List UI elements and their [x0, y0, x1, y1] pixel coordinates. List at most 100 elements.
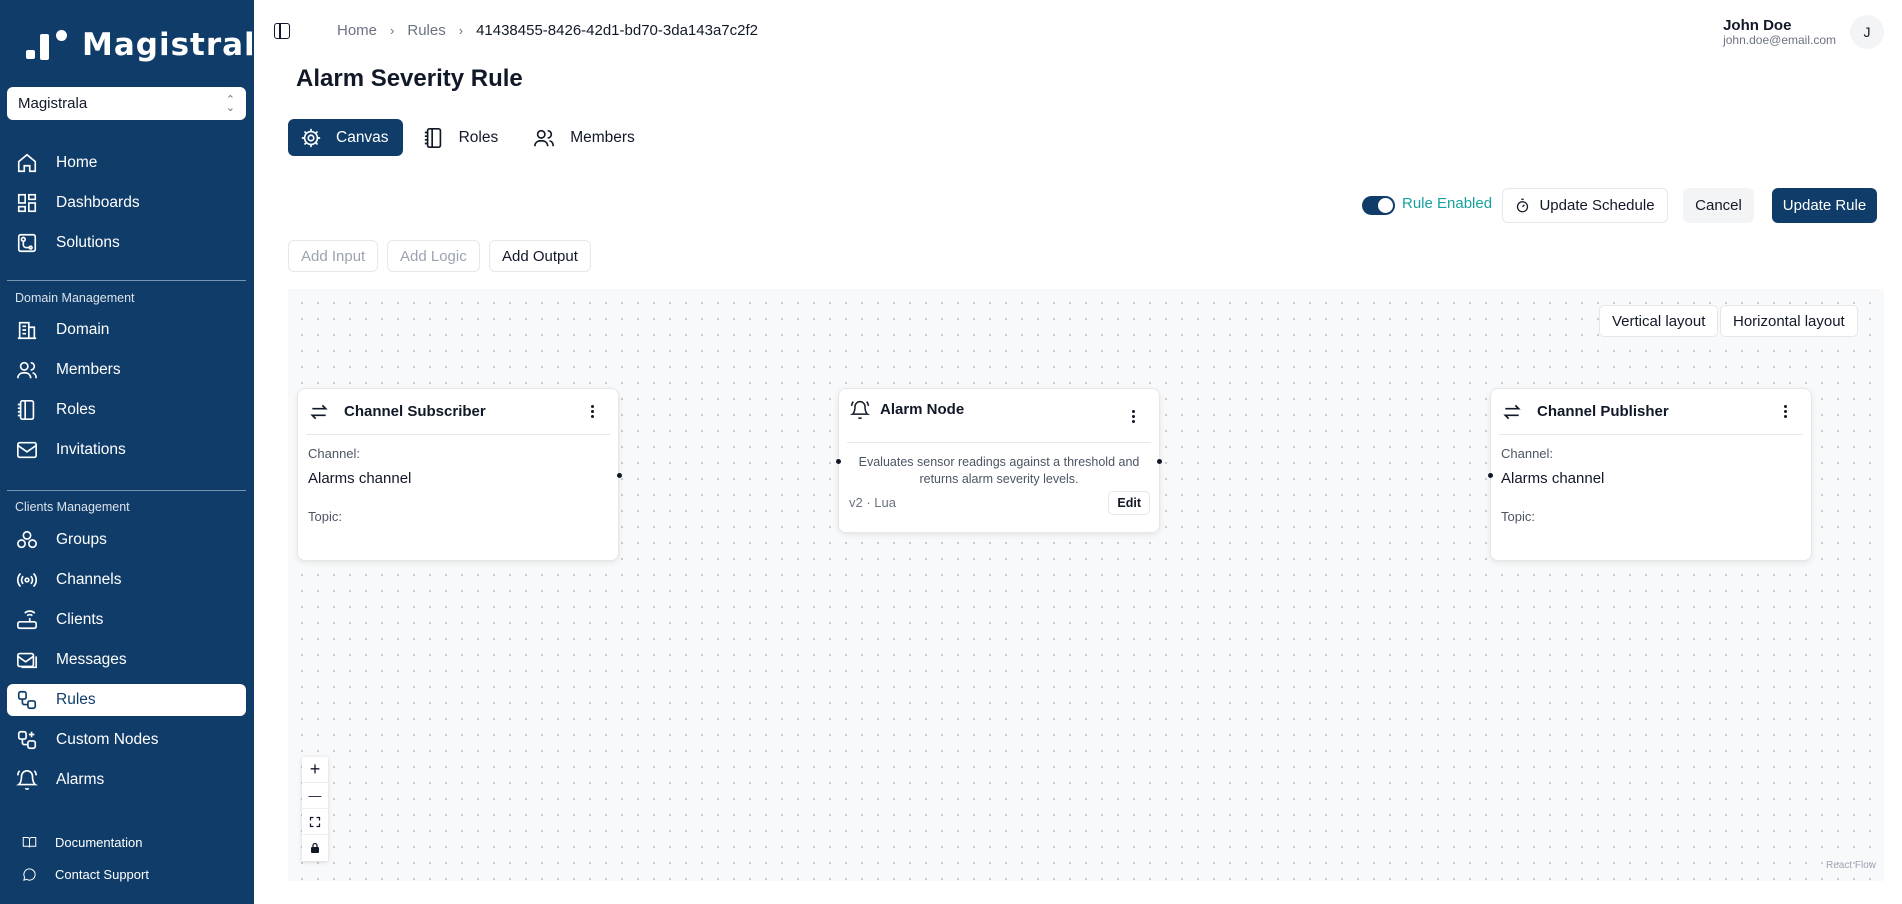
channel-value: Alarms channel	[1501, 470, 1605, 487]
more-vertical-icon[interactable]	[1777, 404, 1793, 419]
solutions-icon	[15, 231, 39, 255]
bell-icon	[15, 768, 39, 792]
sidebar-item-members[interactable]: Members	[7, 354, 246, 386]
node-description: Evaluates sensor readings against a thre…	[858, 455, 1140, 486]
tab-members[interactable]: Members	[520, 119, 649, 156]
avatar[interactable]: J	[1850, 15, 1884, 49]
react-flow-attribution[interactable]: React Flow	[1826, 860, 1876, 871]
sidebar-item-channels[interactable]: Channels	[7, 564, 246, 596]
chevron-right-icon: ›	[458, 23, 464, 38]
domain-select-value: Magistrala	[18, 95, 88, 112]
canvas-controls: + —	[302, 757, 328, 861]
app-name: Magistrala	[82, 27, 278, 63]
update-schedule-button[interactable]: Update Schedule	[1502, 188, 1668, 223]
book-icon	[22, 834, 38, 850]
tab-roles[interactable]: Roles	[411, 119, 513, 156]
zoom-out-button[interactable]: —	[302, 783, 328, 809]
breadcrumb-current: 41438455-8426-42d1-bd70-3da143a7c2f2	[476, 22, 758, 39]
sidebar-item-dashboards[interactable]: Dashboards	[7, 187, 246, 219]
domain-select[interactable]: Magistrala ⌃ ⌄	[7, 87, 246, 120]
more-vertical-icon[interactable]	[1125, 409, 1141, 424]
add-logic-button[interactable]: Add Logic	[387, 240, 480, 272]
sidebar-item-label: Clients	[56, 611, 104, 628]
vertical-layout-button[interactable]: Vertical layout	[1599, 305, 1719, 337]
sidebar-item-label: Rules	[56, 691, 96, 708]
node-title: Channel Subscriber	[344, 403, 486, 420]
chevron-right-icon: ›	[390, 23, 395, 38]
sidebar-item-label: Home	[56, 154, 98, 171]
arrows-exchange-icon	[1501, 402, 1523, 422]
groups-icon	[15, 528, 39, 552]
zoom-in-button[interactable]: +	[302, 757, 328, 783]
app-logo[interactable]: Magistrala	[26, 27, 278, 63]
sidebar-documentation-link[interactable]: Documentation	[22, 834, 142, 850]
sidebar-item-rules[interactable]: Rules	[7, 684, 246, 716]
add-input-button[interactable]: Add Input	[288, 240, 379, 272]
channel-label: Channel:	[308, 446, 361, 461]
rule-enabled-toggle[interactable]	[1362, 196, 1395, 215]
node-meta: v2 · Lua	[849, 495, 896, 510]
edit-button[interactable]: Edit	[1108, 491, 1150, 515]
add-output-button[interactable]: Add Output	[489, 240, 591, 272]
sidebar-item-label: Domain	[56, 321, 110, 338]
horizontal-layout-button[interactable]: Horizontal layout	[1720, 305, 1858, 337]
sidebar: Magistrala Magistrala ⌃ ⌄ Home Dashboards…	[0, 0, 277, 904]
section-label-domain: Domain Management	[15, 291, 135, 305]
input-handle[interactable]	[836, 459, 841, 464]
sidebar-item-label: Invitations	[56, 441, 126, 458]
mail-icon	[15, 438, 39, 462]
sidebar-item-messages[interactable]: Messages	[7, 644, 246, 676]
fit-view-button[interactable]	[302, 809, 328, 835]
topic-label: Topic:	[308, 509, 342, 524]
sidebar-item-roles[interactable]: Roles	[7, 394, 246, 426]
notebook-icon	[423, 127, 445, 149]
user-menu[interactable]: John Doe john.doe@email.com J	[1723, 15, 1884, 49]
timer-icon	[1515, 198, 1530, 213]
update-rule-button[interactable]: Update Rule	[1772, 188, 1877, 223]
output-handle[interactable]	[617, 473, 622, 478]
sidebar-item-label: Solutions	[56, 234, 120, 251]
sidebar-item-groups[interactable]: Groups	[7, 524, 246, 556]
tab-canvas[interactable]: Canvas	[288, 119, 403, 156]
gear-icon	[300, 127, 322, 149]
sidebar-item-label: Custom Nodes	[56, 731, 159, 748]
breadcrumb-rules[interactable]: Rules	[407, 22, 445, 39]
channel-publisher-node[interactable]: Channel Publisher Channel: Alarms channe…	[1488, 388, 1812, 561]
sidebar-item-custom-nodes[interactable]: Custom Nodes	[7, 724, 246, 756]
sidebar-item-label: Dashboards	[56, 194, 140, 211]
building-icon	[15, 318, 39, 342]
input-handle[interactable]	[1488, 473, 1493, 478]
channel-subscriber-node[interactable]: Channel Subscriber Channel: Alarms chann…	[297, 388, 622, 561]
messages-icon	[15, 648, 39, 672]
cancel-button[interactable]: Cancel	[1683, 188, 1754, 223]
sidebar-toggle-icon[interactable]	[274, 23, 290, 39]
tab-label: Members	[570, 128, 635, 146]
more-vertical-icon[interactable]	[584, 404, 600, 419]
flow-canvas[interactable]	[288, 289, 1884, 881]
logo-mark-icon	[26, 28, 72, 62]
sidebar-item-label: Roles	[56, 401, 96, 418]
lock-icon	[309, 842, 321, 854]
sidebar-item-domain[interactable]: Domain	[7, 314, 246, 346]
sidebar-item-home[interactable]: Home	[7, 147, 246, 179]
breadcrumb-home[interactable]: Home	[337, 22, 377, 39]
sidebar-item-clients[interactable]: Clients	[7, 604, 246, 636]
notebook-icon	[15, 398, 39, 422]
sidebar-item-label: Members	[56, 361, 121, 378]
lock-button[interactable]	[302, 835, 328, 861]
sidebar-item-alarms[interactable]: Alarms	[7, 764, 246, 796]
sidebar-item-label: Messages	[56, 651, 127, 668]
router-icon	[15, 608, 39, 632]
topic-label: Topic:	[1501, 509, 1535, 524]
tab-label: Canvas	[336, 128, 389, 146]
radio-icon	[15, 568, 39, 592]
alarm-node[interactable]: Alarm Node Evaluates sensor readings aga…	[836, 388, 1162, 533]
sidebar-item-solutions[interactable]: Solutions	[7, 227, 246, 259]
output-handle[interactable]	[1157, 459, 1162, 464]
node-title: Channel Publisher	[1537, 403, 1669, 420]
tab-list: Canvas Roles Members	[288, 119, 657, 156]
sidebar-item-invitations[interactable]: Invitations	[7, 434, 246, 466]
sidebar-contact-support-link[interactable]: Contact Support	[22, 866, 149, 882]
section-label-clients: Clients Management	[15, 500, 130, 514]
users-icon	[15, 358, 39, 382]
